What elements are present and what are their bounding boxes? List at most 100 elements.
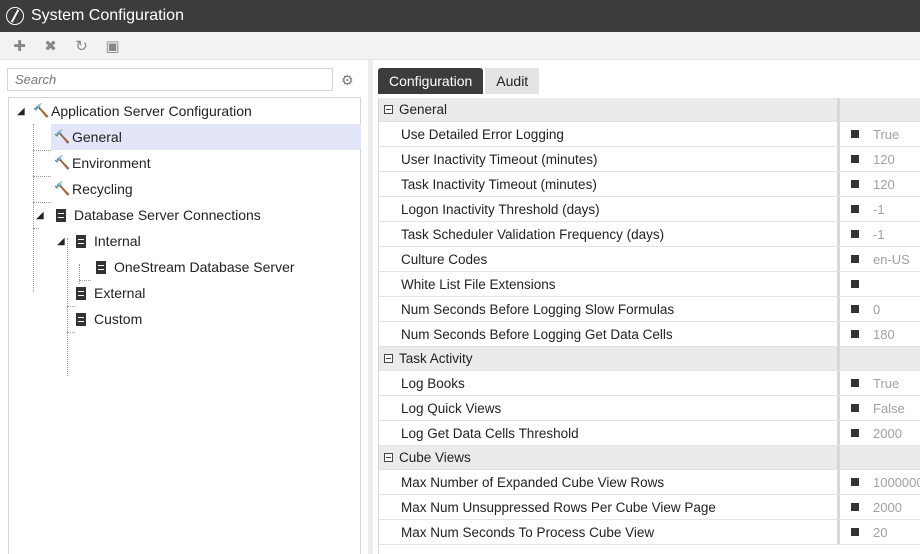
tree-connector	[33, 202, 51, 203]
property-value[interactable]: 180	[873, 327, 895, 342]
property-value[interactable]: 120	[873, 152, 895, 167]
property-value[interactable]: -1	[873, 202, 885, 217]
database-icon	[76, 286, 86, 300]
checkbox-icon[interactable]	[851, 255, 859, 263]
tree-connector	[33, 150, 51, 151]
category-row[interactable]: General	[379, 98, 920, 122]
property-name: Max Number of Expanded Cube View Rows	[401, 475, 665, 490]
property-value[interactable]: 2000	[873, 500, 902, 515]
property-row[interactable]: Max Number of Expanded Cube View Rows 10…	[379, 470, 920, 495]
property-row[interactable]: Max Num Unsuppressed Rows Per Cube View …	[379, 495, 920, 520]
property-value[interactable]: False	[873, 401, 905, 416]
collapse-icon[interactable]	[384, 354, 393, 363]
property-value[interactable]: 20	[873, 525, 887, 540]
tree-node-label: Recycling	[72, 181, 133, 197]
property-value[interactable]: 2000	[873, 426, 902, 441]
category-row[interactable]: Task Activity	[379, 347, 920, 371]
tree-node-label: Custom	[94, 311, 143, 327]
checkbox-icon[interactable]	[851, 230, 859, 238]
property-row[interactable]: Culture Codes en-US	[379, 247, 920, 272]
property-row[interactable]: Logon Inactivity Threshold (days) -1	[379, 197, 920, 222]
tree-node-database-server-connections[interactable]: Database Server Connections	[56, 202, 261, 228]
refresh-icon[interactable]: ↻	[72, 36, 91, 55]
collapse-arrow-icon[interactable]: ◢	[36, 210, 44, 221]
checkbox-icon[interactable]	[851, 379, 859, 387]
property-row[interactable]: User Inactivity Timeout (minutes) 120	[379, 147, 920, 172]
column-divider	[837, 446, 840, 469]
tree-connector	[67, 332, 75, 333]
checkbox-icon[interactable]	[851, 280, 859, 288]
delete-icon[interactable]: ✖	[41, 36, 60, 55]
search-input[interactable]	[8, 69, 332, 90]
database-icon	[96, 260, 106, 274]
checkbox-icon[interactable]	[851, 155, 859, 163]
tree-node-onestream-database-server[interactable]: OneStream Database Server	[96, 254, 295, 280]
property-row[interactable]: Max Num Seconds To Process Cube View 20	[379, 520, 920, 545]
property-name: Log Books	[401, 376, 465, 391]
filter-icon[interactable]: ⚙	[341, 72, 354, 89]
column-divider	[837, 122, 840, 146]
tree-connector	[67, 306, 75, 307]
checkbox-icon[interactable]	[851, 429, 859, 437]
new-icon[interactable]: ✚	[10, 36, 29, 55]
tab-strip: Configuration Audit	[378, 68, 540, 94]
checkbox-icon[interactable]	[851, 130, 859, 138]
tree-node-application-server-configuration[interactable]: 🔨 Application Server Configuration	[33, 98, 252, 124]
tree-node-recycling[interactable]: 🔨 Recycling	[54, 176, 133, 202]
checkbox-icon[interactable]	[851, 330, 859, 338]
column-divider	[837, 520, 840, 544]
tree-node-external[interactable]: External	[76, 280, 145, 306]
save-icon[interactable]: ▣	[103, 36, 122, 55]
property-row[interactable]: Log Quick Views False	[379, 396, 920, 421]
collapse-arrow-icon[interactable]: ◢	[17, 106, 25, 117]
property-value[interactable]: 1000000	[873, 475, 920, 490]
collapse-icon[interactable]	[384, 453, 393, 462]
category-row[interactable]: Cube Views	[379, 446, 920, 470]
property-value[interactable]: True	[873, 376, 899, 391]
checkbox-icon[interactable]	[851, 478, 859, 486]
collapse-icon[interactable]	[384, 105, 393, 114]
property-row[interactable]: Log Books True	[379, 371, 920, 396]
database-icon	[76, 234, 86, 248]
tree-node-custom[interactable]: Custom	[76, 306, 142, 332]
hammer-icon: 🔨	[54, 129, 71, 144]
tree-node-general[interactable]: 🔨 General	[51, 124, 361, 150]
property-value[interactable]: -1	[873, 227, 885, 242]
tree-connector	[67, 238, 68, 376]
checkbox-icon[interactable]	[851, 180, 859, 188]
column-divider	[837, 222, 840, 246]
checkbox-icon[interactable]	[851, 528, 859, 536]
property-name: Task Inactivity Timeout (minutes)	[401, 177, 597, 192]
tree-node-environment[interactable]: 🔨 Environment	[54, 150, 151, 176]
column-divider	[837, 495, 840, 519]
property-row[interactable]: White List File Extensions	[379, 272, 920, 297]
collapse-arrow-icon[interactable]: ◢	[57, 236, 65, 247]
database-icon	[76, 312, 86, 326]
property-value[interactable]: 120	[873, 177, 895, 192]
property-row[interactable]: Task Scheduler Validation Frequency (day…	[379, 222, 920, 247]
property-row[interactable]: Task Inactivity Timeout (minutes) 120	[379, 172, 920, 197]
property-row[interactable]: Num Seconds Before Logging Slow Formulas…	[379, 297, 920, 322]
property-row[interactable]: Num Seconds Before Logging Get Data Cell…	[379, 322, 920, 347]
tree-node-label: Application Server Configuration	[51, 103, 252, 119]
property-row[interactable]: Log Get Data Cells Threshold 2000	[379, 421, 920, 446]
navigation-panel: ⚙ ◢ 🔨 Application Server Configuration 🔨…	[0, 60, 368, 554]
column-divider	[837, 247, 840, 271]
property-value[interactable]: True	[873, 127, 899, 142]
checkbox-icon[interactable]	[851, 205, 859, 213]
checkbox-icon[interactable]	[851, 404, 859, 412]
config-tree: ◢ 🔨 Application Server Configuration 🔨 G…	[8, 97, 361, 554]
property-row[interactable]: Use Detailed Error Logging True	[379, 122, 920, 147]
tree-node-label: Database Server Connections	[74, 207, 261, 223]
tree-node-label: General	[72, 129, 122, 145]
property-value[interactable]: 0	[873, 302, 880, 317]
checkbox-icon[interactable]	[851, 503, 859, 511]
property-name: Log Quick Views	[401, 401, 502, 416]
tree-node-internal[interactable]: Internal	[76, 228, 141, 254]
tab-configuration[interactable]: Configuration	[378, 68, 484, 94]
property-value[interactable]: en-US	[873, 252, 910, 267]
tab-audit[interactable]: Audit	[485, 68, 540, 94]
checkbox-icon[interactable]	[851, 305, 859, 313]
category-label: General	[399, 102, 448, 117]
column-divider	[837, 371, 840, 395]
